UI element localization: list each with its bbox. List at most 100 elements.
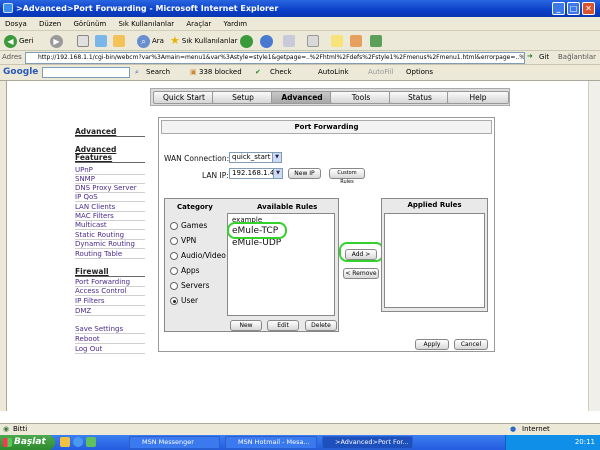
custom-rules-button[interactable]: Custom Rules: [329, 168, 365, 185]
close-button[interactable]: ✕: [582, 2, 595, 15]
tab-help[interactable]: Help: [447, 91, 509, 104]
google-search-button[interactable]: Search: [146, 68, 170, 76]
search-button[interactable]: ⌕ Ara: [137, 34, 164, 48]
page-done-icon: ◉: [3, 425, 10, 433]
menu-file[interactable]: Dosya: [0, 17, 32, 31]
remove-rule-button[interactable]: < Remove: [343, 268, 379, 279]
google-logo[interactable]: Google: [3, 67, 38, 77]
new-rule-button[interactable]: New: [230, 320, 262, 331]
nav-heading-firewall[interactable]: Firewall: [75, 267, 145, 277]
menu-edit[interactable]: Düzen: [34, 17, 66, 31]
wan-connection-select[interactable]: quick_start ▼: [229, 152, 282, 163]
nav-item-ip-filters[interactable]: IP Filters: [75, 296, 145, 306]
quicklaunch-icon[interactable]: [60, 437, 70, 447]
lan-ip-label: LAN IP:: [202, 171, 229, 180]
research-icon[interactable]: [370, 35, 382, 47]
tab-tools[interactable]: Tools: [330, 91, 392, 104]
category-label: Servers: [181, 281, 210, 290]
vertical-scrollbar[interactable]: [588, 81, 600, 411]
category-audio-video[interactable]: Audio/Video: [170, 251, 226, 260]
options-button[interactable]: Options: [406, 68, 433, 76]
task-msn-messenger[interactable]: MSN Messenger: [129, 436, 220, 449]
tab-quick-start[interactable]: Quick Start: [153, 91, 215, 104]
radio-icon: [170, 221, 178, 230]
apply-button[interactable]: Apply: [415, 339, 449, 350]
category-vpn[interactable]: VPN: [170, 236, 196, 245]
media-icon[interactable]: [240, 35, 253, 48]
msn-quicklaunch-icon[interactable]: [86, 437, 96, 447]
applied-rules-list[interactable]: [384, 213, 485, 308]
tab-status[interactable]: Status: [389, 91, 451, 104]
edit-icon[interactable]: [331, 35, 343, 47]
delete-rule-button[interactable]: Delete: [305, 320, 337, 331]
cancel-button[interactable]: Cancel: [454, 339, 488, 350]
forward-button[interactable]: ▶: [50, 34, 63, 48]
address-input[interactable]: http://192.168.1.1/cgi-bin/webcm?var%3Am…: [25, 52, 525, 64]
start-button[interactable]: Başlat: [0, 435, 55, 450]
links-label[interactable]: Bağlantılar: [558, 53, 596, 61]
task-port-forwarding[interactable]: >Advanced>Port For...: [322, 436, 413, 449]
nav-item-save-settings[interactable]: Save Settings: [75, 324, 145, 334]
maximize-button[interactable]: □: [567, 2, 580, 15]
popup-blocked-count[interactable]: 338 blocked: [199, 68, 242, 76]
nav-item-reboot[interactable]: Reboot: [75, 334, 145, 344]
radio-icon: [170, 281, 178, 290]
autolink-button[interactable]: AutoLink: [318, 68, 349, 76]
nav-item-log-out[interactable]: Log Out: [75, 344, 145, 354]
tab-setup[interactable]: Setup: [212, 91, 274, 104]
nav-heading-advanced[interactable]: Advanced: [75, 127, 145, 137]
menu-tools[interactable]: Araçlar: [181, 17, 216, 31]
nav-item-access-control[interactable]: Access Control: [75, 286, 145, 296]
new-ip-button[interactable]: New IP: [288, 168, 321, 179]
go-button[interactable]: Git: [539, 53, 549, 61]
star-icon: ★: [170, 34, 180, 47]
home-icon[interactable]: [113, 35, 125, 47]
nav-item-ip-qos[interactable]: IP QoS: [75, 192, 145, 202]
stop-icon[interactable]: [77, 35, 89, 47]
chevron-down-icon: ▼: [273, 169, 282, 178]
history-icon[interactable]: [260, 35, 273, 48]
edit-rule-button[interactable]: Edit: [267, 320, 299, 331]
windows-logo-icon: [3, 438, 12, 447]
category-apps[interactable]: Apps: [170, 266, 200, 275]
ie-quicklaunch-icon[interactable]: [73, 437, 83, 447]
search-icon: ⌕: [137, 34, 150, 48]
messenger-icon[interactable]: [350, 35, 362, 47]
check-button[interactable]: Check: [270, 68, 292, 76]
clock[interactable]: 20:11: [575, 438, 595, 446]
category-user[interactable]: User: [170, 296, 198, 305]
minimize-button[interactable]: _: [552, 2, 565, 15]
tab-advanced[interactable]: Advanced: [271, 91, 333, 104]
print-icon[interactable]: [307, 35, 319, 47]
start-label: Başlat: [14, 437, 46, 447]
autofill-button[interactable]: AutoFill: [368, 68, 394, 76]
system-tray: 20:11: [505, 435, 600, 450]
category-label: VPN: [181, 236, 197, 245]
nav-item-routing-table[interactable]: Routing Table: [75, 249, 145, 259]
back-arrow-icon: ◀: [4, 34, 17, 48]
mail-icon[interactable]: [283, 35, 295, 47]
nav-item-dmz[interactable]: DMZ: [75, 306, 145, 316]
refresh-icon[interactable]: [95, 35, 107, 47]
highlight-ring: [339, 242, 384, 262]
menu-help[interactable]: Yardım: [219, 17, 253, 31]
favorites-button[interactable]: ★ Sık Kullanılanlar: [170, 34, 238, 48]
forward-arrow-icon: ▶: [50, 34, 63, 48]
menu-view[interactable]: Görünüm: [68, 17, 111, 31]
google-search-icon: ⌕: [135, 68, 139, 76]
list-item-emule-udp[interactable]: eMule-UDP: [232, 238, 281, 248]
nav-item-multicast[interactable]: Multicast: [75, 220, 145, 230]
go-arrow-icon[interactable]: ➜: [527, 52, 533, 60]
task-msn-hotmail[interactable]: MSN Hotmail - Mesa...: [225, 436, 317, 449]
google-search-input[interactable]: [42, 67, 130, 78]
available-rules-heading: Available Rules: [257, 203, 318, 211]
lan-ip-select[interactable]: 192.168.1.4 ▼: [229, 168, 283, 179]
search-label: Ara: [152, 37, 164, 45]
back-button[interactable]: ◀ Geri: [4, 34, 34, 48]
category-games[interactable]: Games: [170, 221, 207, 230]
nav-item-dynamic-routing[interactable]: Dynamic Routing: [75, 239, 145, 249]
lan-ip-value: 192.168.1.4: [232, 169, 275, 177]
menu-favorites[interactable]: Sık Kullanılanlar: [113, 17, 179, 31]
category-servers[interactable]: Servers: [170, 281, 210, 290]
nav-heading-advanced-features[interactable]: Advanced Features: [75, 146, 145, 163]
